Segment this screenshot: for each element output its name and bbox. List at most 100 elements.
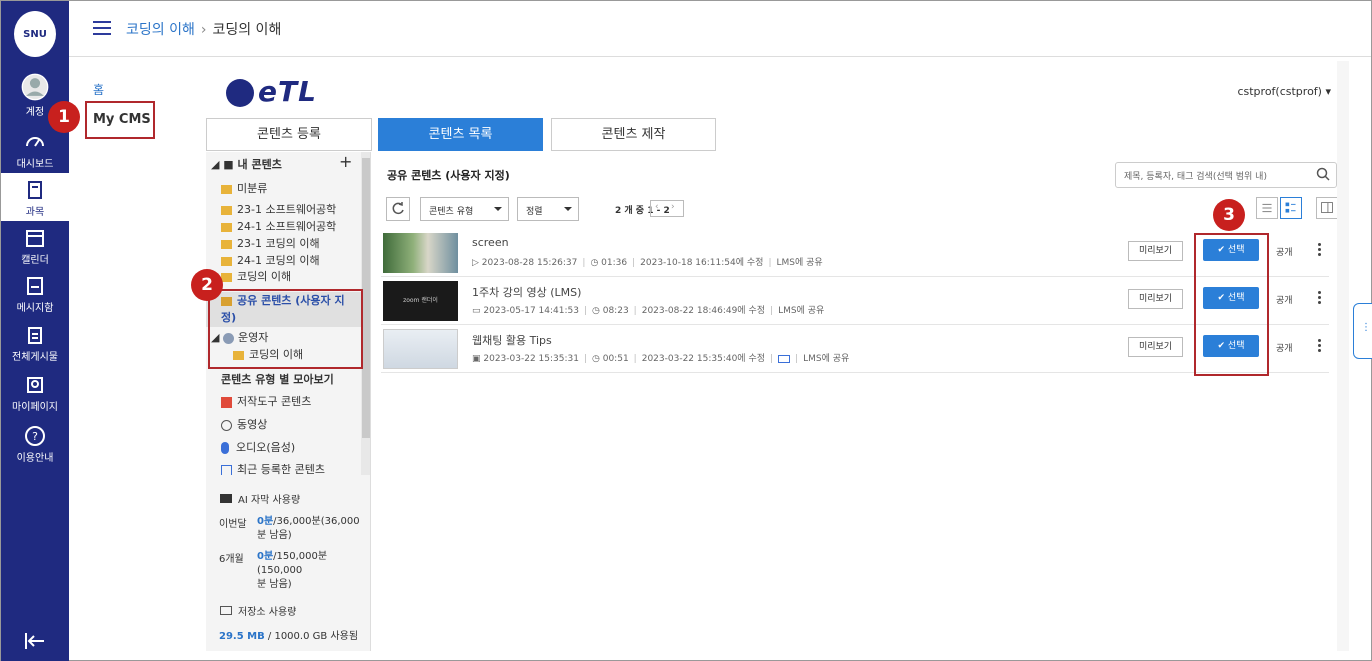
nav-help[interactable]: ? 이용안내 — [1, 425, 69, 464]
tab-content-register[interactable]: 콘텐츠 등록 — [206, 118, 372, 151]
content-title[interactable]: 1주차 강의 영상 (LMS) — [472, 284, 581, 300]
tree-folder[interactable]: 24-1 소프트웨어공학 — [221, 218, 336, 234]
nav-label: 대시보드 — [16, 159, 54, 170]
tab-content-create[interactable]: 콘텐츠 제작 — [551, 118, 716, 151]
ai-usage-six-label: 6개월 — [219, 554, 244, 565]
preview-button[interactable]: 미리보기 — [1128, 241, 1183, 261]
collapse-nav-icon[interactable] — [23, 629, 47, 653]
folder-icon — [221, 184, 232, 194]
search-input[interactable]: 제목, 등록자, 태그 검색(선택 범위 내) — [1115, 162, 1337, 188]
tree-type-authoring[interactable]: 저작도구 콘텐츠 — [221, 393, 311, 409]
inbox-icon — [27, 277, 43, 295]
nav-mypage[interactable]: 마이페이지 — [1, 374, 69, 413]
content-meta: ▷ 2023-08-28 15:26:37 | ◷ 01:36 | 2023-10-18… — [472, 258, 823, 268]
public-status[interactable]: 공개 — [1276, 293, 1293, 306]
course-menu-my-cms[interactable]: My CMS — [85, 101, 155, 139]
tree-by-type-header: 콘텐츠 유형 별 모아보기 — [221, 373, 334, 386]
tree-folder[interactable]: 23-1 코딩의 이해 — [221, 235, 320, 251]
list-title: 공유 콘텐츠 (사용자 지정) — [387, 169, 510, 182]
svg-text:?: ? — [32, 430, 38, 443]
view-list-button[interactable] — [1256, 197, 1278, 219]
content-thumbnail[interactable] — [383, 329, 458, 369]
preview-button[interactable]: 미리보기 — [1128, 289, 1183, 309]
content-thumbnail[interactable] — [383, 233, 458, 273]
preview-button[interactable]: 미리보기 — [1128, 337, 1183, 357]
tree-type-audio[interactable]: 오디오(음성) — [221, 439, 295, 455]
nav-calendar[interactable]: 캘린더 — [1, 227, 69, 266]
tab-content-list[interactable]: 콘텐츠 목록 — [378, 118, 543, 151]
clipboard-icon — [28, 327, 42, 344]
etl-seal-icon — [226, 79, 254, 107]
nav-label: 마이페이지 — [12, 402, 58, 413]
main-scrollbar[interactable] — [1337, 61, 1349, 651]
callout-badge-2: 2 — [191, 269, 223, 301]
upload-arrow-icon — [221, 464, 232, 475]
content-title[interactable]: 웹채팅 활용 Tips — [472, 332, 552, 348]
refresh-button[interactable] — [386, 197, 410, 221]
content-list-area: 공유 콘텐츠 (사용자 지정) 제목, 등록자, 태그 검색(선택 범위 내) … — [377, 152, 1338, 651]
callout-box-3 — [1194, 233, 1269, 376]
folder-icon — [221, 205, 232, 215]
nav-dashboard[interactable]: 대시보드 — [1, 131, 69, 170]
pager[interactable]: ‹ › — [650, 200, 684, 217]
user-dropdown[interactable]: cstprof(cstprof) ▾ — [1237, 85, 1331, 98]
tree-type-recent[interactable]: 최근 등록한 콘텐츠 — [221, 461, 325, 475]
course-menu-home[interactable]: 홈 — [93, 81, 104, 98]
tree-type-video[interactable]: 동영상 — [221, 416, 267, 432]
more-options-icon[interactable] — [1318, 339, 1322, 353]
nav-label: 계정 — [25, 107, 45, 118]
public-status[interactable]: 공개 — [1276, 245, 1293, 258]
ai-usage-month-value: 0분/36,000분(36,000 분 남음) — [257, 516, 360, 541]
storage-title: 저장소 사용량 — [220, 603, 296, 618]
tree-folder[interactable]: 23-1 소프트웨어공학 — [221, 201, 336, 217]
nav-courses[interactable]: 과목 — [1, 173, 69, 221]
refresh-icon — [392, 202, 404, 215]
next-page-icon[interactable]: › — [671, 202, 675, 212]
view-detail-button[interactable] — [1280, 197, 1302, 219]
content-type-dropdown[interactable]: 콘텐츠 유형 — [420, 197, 509, 221]
nav-all-posts[interactable]: 전체게시물 — [1, 324, 69, 363]
tree-folder[interactable]: 코딩의 이해 — [221, 268, 291, 284]
more-options-icon[interactable] — [1318, 291, 1322, 305]
breadcrumb-current: 코딩의 이해 — [212, 22, 282, 38]
content-row[interactable]: 웹채팅 활용 Tips ▣ 2023-03-22 15:35:31 | ◷ 00:5… — [381, 326, 1329, 373]
nav-label: 전체게시물 — [12, 352, 58, 363]
add-folder-icon[interactable]: + — [339, 152, 352, 171]
cms-tabs: 콘텐츠 등록 콘텐츠 목록 콘텐츠 제작 — [206, 118, 1349, 151]
search-icon[interactable] — [1316, 167, 1330, 181]
etl-logo: eTL — [226, 75, 317, 108]
side-drawer-tab[interactable]: ⋮ — [1353, 303, 1372, 359]
nav-label: 이용안내 — [16, 453, 54, 464]
usage-panel: AI 자막 사용량 이번달 0분/36,000분(36,000 분 남음) 6개월… — [206, 475, 371, 651]
breadcrumb: 코딩의 이해 › 코딩의 이해 — [126, 19, 281, 39]
chevron-down-icon — [564, 207, 572, 211]
help-circle-icon: ? — [25, 426, 45, 446]
folder-icon — [221, 239, 232, 249]
ai-usage-six-value: 0분/150,000분(150,000 분 남음) — [257, 551, 328, 590]
nav-inbox[interactable]: 메시지함 — [1, 275, 69, 314]
user-avatar-icon — [21, 73, 49, 101]
tree-folder[interactable]: 24-1 코딩의 이해 — [221, 252, 320, 268]
tree-folder[interactable]: 미분류 — [221, 180, 267, 196]
sort-dropdown[interactable]: 정렬 — [517, 197, 579, 221]
storage-icon — [220, 606, 232, 615]
university-logo[interactable]: SNU — [14, 11, 56, 57]
hamburger-menu-icon[interactable] — [93, 21, 111, 35]
content-title[interactable]: screen — [472, 236, 509, 249]
callout-badge-1: 1 — [48, 101, 80, 133]
book-icon — [28, 181, 42, 199]
content-thumbnail[interactable]: zoom 랜더이 — [383, 281, 458, 321]
breadcrumb-course-link[interactable]: 코딩의 이해 — [126, 22, 195, 38]
tree-my-contents[interactable]: ◢ ■ 내 콘텐츠 — [211, 156, 282, 172]
nav-label: 캘린더 — [21, 255, 49, 266]
prev-page-icon[interactable]: ‹ — [655, 202, 659, 212]
course-menu: 홈 My CMS — [85, 81, 155, 139]
content-row[interactable]: screen ▷ 2023-08-28 15:26:37 | ◷ 01:36 | 202… — [381, 230, 1329, 277]
folder-icon — [221, 256, 232, 266]
content-row[interactable]: zoom 랜더이 1주차 강의 영상 (LMS) ▭ 2023-05-17 14… — [381, 278, 1329, 325]
content-meta: ▭ 2023-05-17 14:41:53 | ◷ 08:23 | 2023-08-22… — [472, 306, 825, 316]
public-status[interactable]: 공개 — [1276, 341, 1293, 354]
panel-view-icon — [1321, 202, 1333, 213]
more-options-icon[interactable] — [1318, 243, 1322, 257]
view-panel-button[interactable] — [1316, 197, 1338, 219]
